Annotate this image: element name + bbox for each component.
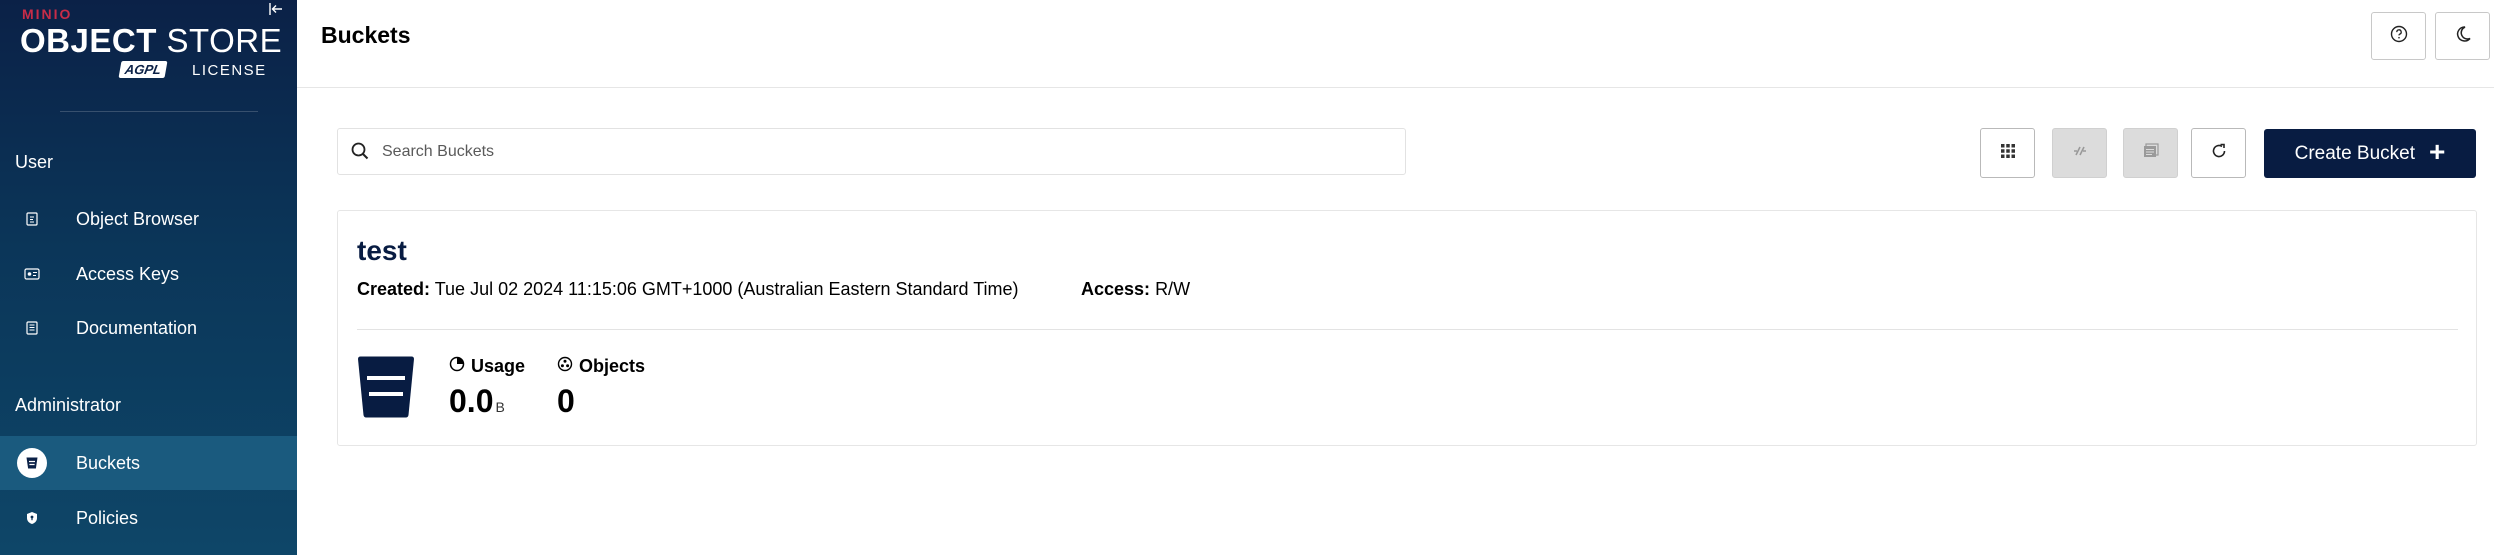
search-box xyxy=(337,128,1406,175)
created-label: Created: xyxy=(357,279,431,299)
bucket-card[interactable]: test Created: Tue Jul 02 2024 11:15:06 G… xyxy=(337,210,2477,446)
plus-icon: + xyxy=(2429,136,2446,167)
help-icon xyxy=(2390,25,2408,48)
agpl-badge: AGPL xyxy=(118,61,168,78)
documentation-icon xyxy=(17,313,47,343)
replication-icon xyxy=(2071,142,2089,165)
help-button[interactable] xyxy=(2371,12,2426,60)
bucket-created: Created: Tue Jul 02 2024 11:15:06 GMT+10… xyxy=(357,279,1019,300)
search-input[interactable] xyxy=(382,129,1392,174)
refresh-button[interactable] xyxy=(2191,128,2246,178)
page-header: Buckets xyxy=(297,0,2494,88)
refresh-icon xyxy=(2210,142,2228,165)
sidebar-item-access-keys[interactable]: Access Keys xyxy=(0,248,297,300)
objects-label: Objects xyxy=(557,356,645,377)
bucket-icon xyxy=(17,448,47,478)
page-title: Buckets xyxy=(321,22,411,48)
usage-unit: B xyxy=(495,399,505,415)
select-multiple-icon xyxy=(1999,142,2017,165)
bucket-access: Access: R/W xyxy=(1081,279,1190,300)
logo-product: OBJECT STORE xyxy=(20,22,283,59)
objects-icon xyxy=(557,356,573,377)
search-icon xyxy=(350,141,370,166)
objects-value: 0 xyxy=(557,383,575,419)
bucket-large-icon xyxy=(357,356,415,423)
sidebar-item-object-browser[interactable]: Object Browser xyxy=(0,193,297,245)
sidebar-item-label: Buckets xyxy=(76,452,141,473)
create-bucket-label: Create Bucket xyxy=(2294,142,2416,164)
create-bucket-button[interactable]: Create Bucket + xyxy=(2264,129,2476,178)
section-title-user: User xyxy=(15,152,54,172)
access-value: R/W xyxy=(1155,279,1191,299)
usage-label: Usage xyxy=(449,356,525,377)
dark-mode-icon xyxy=(2454,25,2472,48)
select-multiple-button[interactable] xyxy=(1980,128,2035,178)
sidebar-item-policies[interactable]: Policies xyxy=(0,492,297,544)
set-replication-button[interactable] xyxy=(2052,128,2107,178)
created-value: Tue Jul 02 2024 11:15:06 GMT+1000 (Austr… xyxy=(434,279,1019,299)
set-lifecycle-button[interactable] xyxy=(2123,128,2178,178)
lifecycle-icon xyxy=(2142,142,2160,165)
sidebar-item-label: Documentation xyxy=(76,317,198,338)
access-label: Access: xyxy=(1081,279,1151,299)
pie-chart-icon xyxy=(449,356,465,377)
sidebar-item-label: Policies xyxy=(76,507,139,528)
bucket-name[interactable]: test xyxy=(357,235,407,267)
sidebar-item-label: Object Browser xyxy=(76,208,200,229)
sidebar-item-label: Access Keys xyxy=(76,263,180,284)
logo-license: LICENSE xyxy=(192,62,267,79)
logo-brand: MINIO xyxy=(22,6,73,22)
policy-icon xyxy=(17,503,47,533)
sidebar-item-documentation[interactable]: Documentation xyxy=(0,302,297,354)
usage-value: 0.0 B xyxy=(449,383,505,419)
access-keys-icon xyxy=(17,259,47,289)
card-divider xyxy=(357,329,2458,330)
object-browser-icon xyxy=(17,204,47,234)
sidebar-item-buckets[interactable]: Buckets xyxy=(0,436,297,490)
sidebar-divider xyxy=(60,111,258,112)
minio-logo[interactable]: MINIO OBJECT STORE AGPL LICENSE xyxy=(20,4,282,84)
sidebar: MINIO OBJECT STORE AGPL LICENSE User Obj… xyxy=(0,0,297,555)
dark-mode-button[interactable] xyxy=(2435,12,2490,60)
section-title-administrator: Administrator xyxy=(15,395,122,415)
